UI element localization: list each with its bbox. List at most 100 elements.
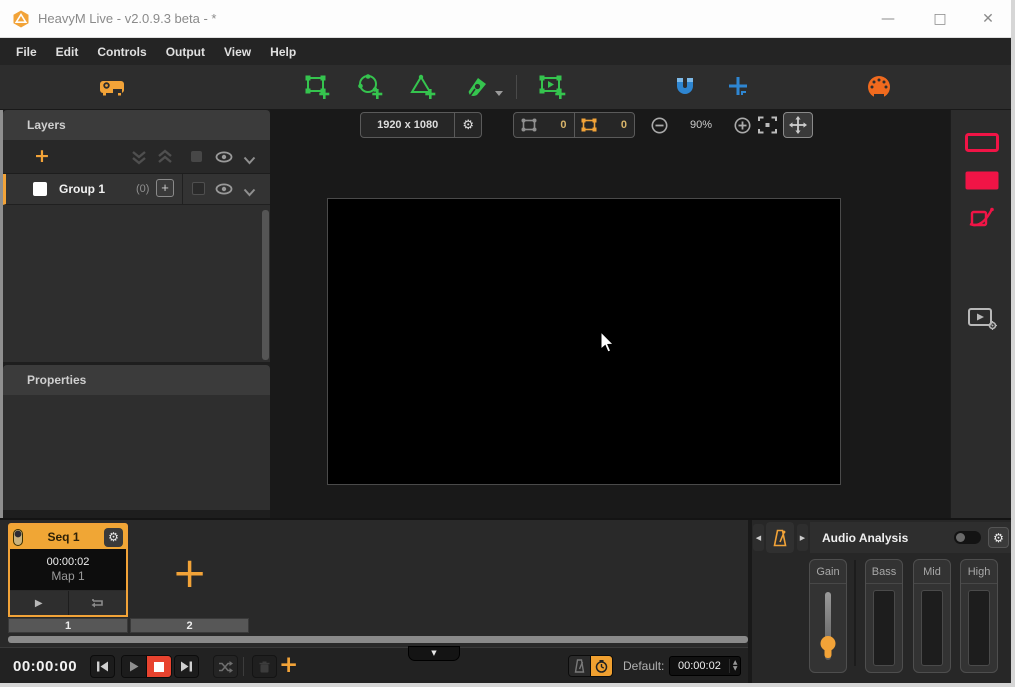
sequence-play-button[interactable]: ▶ <box>10 591 68 615</box>
add-sequence-button[interactable]: + <box>172 548 207 597</box>
collapse-panel-tab[interactable]: ▼ <box>408 646 460 661</box>
group-add-button[interactable]: + <box>156 179 174 197</box>
group-color-swatch[interactable] <box>192 182 205 195</box>
group-shape-count: (0) <box>136 183 149 195</box>
resolution-value[interactable]: 1920 x 1080 <box>361 113 454 137</box>
menu-help[interactable]: Help <box>270 45 307 59</box>
panel-next-button[interactable]: ▶ <box>797 524 808 551</box>
menu-output[interactable]: Output <box>166 45 216 59</box>
timeline-scrollbar[interactable] <box>8 636 748 643</box>
sequence-controls: ▶ <box>10 590 126 615</box>
high-meter[interactable]: High <box>960 559 998 673</box>
gain-fader[interactable]: Gain <box>809 559 847 673</box>
column-2-header[interactable]: 2 <box>130 618 249 633</box>
layers-panel-header: Layers <box>3 110 270 140</box>
projection-stage[interactable] <box>327 198 841 485</box>
time-mode-button[interactable] <box>590 656 612 676</box>
mid-label: Mid <box>914 560 950 584</box>
menu-controls[interactable]: Controls <box>97 45 157 59</box>
pen-tool[interactable] <box>462 72 492 102</box>
spinner-arrows[interactable]: ▲ ▼ <box>729 659 741 673</box>
shape-count: 0 <box>621 119 627 131</box>
add-triangle-icon <box>410 74 436 100</box>
projector-output-button[interactable] <box>97 72 127 102</box>
add-column-button[interactable]: + <box>279 652 298 678</box>
add-group-tool[interactable] <box>537 72 567 102</box>
column-1-header[interactable]: 1 <box>8 618 128 633</box>
move-layer-down-icon[interactable] <box>130 148 148 171</box>
skip-forward-button[interactable] <box>174 655 199 678</box>
fit-view-button[interactable] <box>758 116 777 139</box>
bass-meter[interactable]: Bass <box>865 559 903 673</box>
sequence-header[interactable]: Seq 1 ⚙ <box>10 525 126 549</box>
layers-scrollbar[interactable] <box>262 210 269 360</box>
menu-file[interactable]: File <box>16 45 48 59</box>
layers-collapse-icon[interactable] <box>243 152 256 170</box>
audio-panel-selector[interactable] <box>766 522 794 553</box>
shuffle-button[interactable] <box>213 655 238 678</box>
zoom-in-icon[interactable] <box>734 117 751 134</box>
player-settings-button[interactable] <box>951 302 1012 336</box>
add-triangle-tool[interactable] <box>408 72 438 102</box>
sequence-loop-button[interactable] <box>68 591 127 615</box>
metronome-icon <box>773 529 787 547</box>
group-visibility-icon[interactable] <box>215 181 233 202</box>
projector-icon <box>99 77 125 97</box>
toggle-knob <box>956 533 965 542</box>
play-button[interactable] <box>122 656 146 677</box>
toolbar-separator <box>516 75 517 99</box>
effects-icon <box>968 205 996 233</box>
add-guide-tool[interactable] <box>723 72 753 102</box>
add-circle-tool[interactable] <box>355 72 385 102</box>
vertex-count-icon <box>521 118 537 132</box>
menu-view[interactable]: View <box>224 45 262 59</box>
pen-tool-dropdown[interactable] <box>494 84 504 102</box>
stop-button[interactable] <box>146 656 171 677</box>
group-collapse-icon[interactable] <box>243 184 256 202</box>
resolution-control[interactable]: 1920 x 1080 ⚙ <box>360 112 482 138</box>
shape-fill-button[interactable] <box>951 163 1012 197</box>
sequence-toggle-icon[interactable] <box>13 529 23 546</box>
add-quad-tool[interactable] <box>302 72 332 102</box>
titlebar[interactable]: HeavyM Live - v2.0.9.3 beta - * — □ ✕ <box>0 0 1015 38</box>
window-bottom-edge <box>0 683 1015 687</box>
panel-prev-button[interactable]: ◀ <box>753 524 764 551</box>
add-layer-button[interactable]: + <box>34 145 50 167</box>
layer-solo-swatch[interactable] <box>191 151 202 162</box>
sequence-card[interactable]: Seq 1 ⚙ 00:00:02 Map 1 ▶ <box>8 523 128 617</box>
zoom-out-icon[interactable] <box>651 117 668 134</box>
sequence-cell[interactable]: 00:00:02 Map 1 <box>10 549 126 590</box>
sequence-settings-icon[interactable]: ⚙ <box>104 528 123 547</box>
skip-forward-icon <box>180 661 193 672</box>
selection-counters: 0 0 <box>513 112 635 138</box>
close-button[interactable]: ✕ <box>973 8 1003 30</box>
crosshair-plus-icon <box>726 75 750 99</box>
snap-magnet-toggle[interactable] <box>670 72 700 102</box>
resolution-settings-icon[interactable]: ⚙ <box>455 113 481 137</box>
skip-back-button[interactable] <box>90 655 115 678</box>
shape-effects-button[interactable] <box>951 202 1012 236</box>
midi-mapping-button[interactable] <box>864 72 894 102</box>
move-layer-up-icon[interactable] <box>156 148 174 171</box>
pan-tool-button[interactable] <box>783 112 813 138</box>
layer-group-row[interactable]: Group 1 (0) + <box>3 174 270 205</box>
default-duration-spinbox[interactable]: 00:00:02 ▲ ▼ <box>669 656 741 676</box>
sequence-name[interactable]: Seq 1 <box>23 530 104 544</box>
delete-button[interactable] <box>252 655 277 678</box>
default-duration-value[interactable]: 00:00:02 <box>670 660 729 672</box>
outline-rect-icon <box>965 133 999 152</box>
layers-visibility-icon[interactable] <box>215 149 233 170</box>
beat-mode-button[interactable] <box>569 656 590 676</box>
minimize-button[interactable]: — <box>873 8 903 30</box>
shape-outline-button[interactable] <box>951 125 1012 159</box>
mid-meter[interactable]: Mid <box>913 559 951 673</box>
group-checkbox[interactable] <box>33 182 47 196</box>
canvas-area[interactable]: 1920 x 1080 ⚙ 0 0 <box>270 110 950 518</box>
spin-down-icon[interactable]: ▼ <box>733 666 738 672</box>
audio-enable-toggle[interactable] <box>954 531 981 544</box>
maximize-button[interactable]: □ <box>925 8 955 30</box>
group-name[interactable]: Group 1 <box>59 182 105 196</box>
gain-knob[interactable] <box>821 636 836 651</box>
audio-settings-icon[interactable]: ⚙ <box>988 527 1009 548</box>
menu-edit[interactable]: Edit <box>56 45 90 59</box>
